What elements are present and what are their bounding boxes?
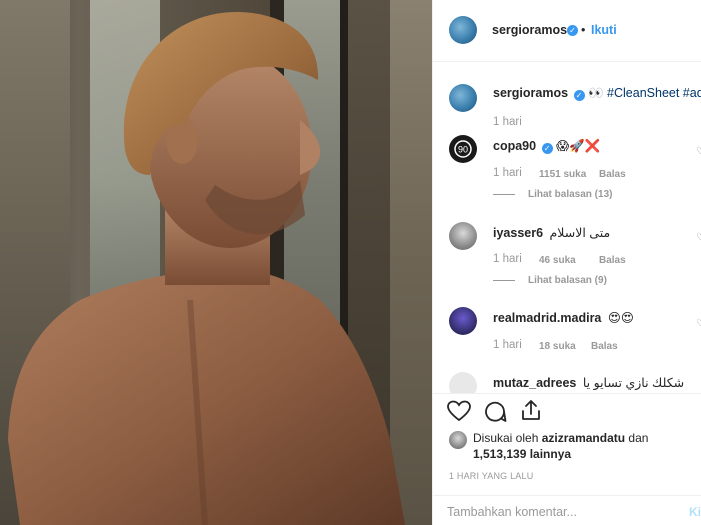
- comment-likes[interactable]: 46 suka: [539, 255, 576, 266]
- comment-icon[interactable]: [483, 400, 507, 424]
- post-header: sergioramos ✓ • Ikuti: [433, 0, 701, 62]
- header-username[interactable]: sergioramos: [492, 23, 567, 37]
- heart-icon[interactable]: [447, 400, 471, 422]
- comment-row: mutaz_adrees شكلك نازي تسايو يا: [493, 375, 684, 390]
- avatar[interactable]: 90: [449, 135, 477, 163]
- post-actions: Disukai oleh azizramandatu dan 1,513,139…: [433, 393, 701, 525]
- likes-count-row: 1,513,139 lainnya: [473, 446, 571, 462]
- comment-row: copa90 ✓ 😱🚀❌: [493, 138, 600, 154]
- reply-button[interactable]: Balas: [599, 255, 626, 266]
- reply-button[interactable]: Balas: [591, 341, 618, 352]
- comments-list[interactable]: sergioramos ✓ 👀 #CleanSheet #ad 1 hari 9…: [433, 63, 701, 393]
- heart-icon[interactable]: ♡: [696, 319, 701, 329]
- liker-avatar[interactable]: [449, 431, 467, 449]
- liked-by-and: dan: [628, 431, 649, 445]
- avatar[interactable]: [449, 222, 477, 250]
- post-details-panel: sergioramos ✓ • Ikuti sergioramos ✓ 👀 #C…: [432, 0, 701, 525]
- replies-divider: [493, 194, 515, 195]
- verified-badge-icon: ✓: [573, 90, 585, 101]
- avatar[interactable]: [449, 307, 477, 335]
- comment-row: iyasser6 متى الاسلام: [493, 225, 610, 240]
- separator-dot: •: [581, 23, 586, 37]
- comment-username[interactable]: mutaz_adrees: [493, 376, 576, 390]
- comment-form: Ki: [433, 495, 701, 525]
- caption-text[interactable]: 👀 #CleanSheet #ad: [588, 86, 701, 100]
- comment-username[interactable]: copa90: [493, 139, 536, 153]
- comment-likes[interactable]: 18 suka: [539, 341, 576, 352]
- avatar[interactable]: [449, 372, 477, 393]
- post-photo[interactable]: [0, 0, 432, 525]
- comment-text: متى الاسلام: [549, 226, 611, 240]
- comment-time[interactable]: 1 hari: [493, 167, 522, 179]
- liked-by-prefix: Disukai oleh: [473, 431, 539, 445]
- svg-text:90: 90: [458, 145, 468, 155]
- liker-username[interactable]: azizramandatu: [542, 431, 625, 445]
- caption: sergioramos ✓ 👀 #CleanSheet #ad: [493, 86, 701, 101]
- comment-likes[interactable]: 1151 suka: [539, 169, 586, 180]
- comment-time[interactable]: 1 hari: [493, 339, 522, 351]
- view-replies-button[interactable]: Lihat balasan (13): [528, 189, 612, 200]
- follow-button[interactable]: Ikuti: [591, 23, 617, 37]
- reply-button[interactable]: Balas: [599, 169, 626, 180]
- comment-row: realmadrid.madira 😍😍: [493, 310, 634, 325]
- share-icon[interactable]: [519, 398, 543, 422]
- comment-time[interactable]: 1 hari: [493, 253, 522, 265]
- comment-username[interactable]: realmadrid.madira: [493, 311, 601, 325]
- verified-badge-icon: ✓: [567, 25, 578, 36]
- heart-icon[interactable]: ♡: [696, 233, 701, 243]
- caption-username[interactable]: sergioramos: [493, 86, 568, 100]
- copa90-logo-icon: 90: [454, 140, 472, 158]
- comment-text: 😱🚀❌: [556, 139, 601, 153]
- avatar[interactable]: [449, 16, 477, 44]
- verified-badge-icon: ✓: [541, 143, 553, 154]
- likes-count[interactable]: 1,513,139 lainnya: [473, 447, 571, 461]
- comment-input[interactable]: [447, 504, 657, 520]
- comment-text: شكلك نازي تسايو يا: [582, 376, 685, 390]
- photo-subject: [8, 11, 405, 525]
- post-time[interactable]: 1 HARI YANG LALU: [449, 471, 533, 481]
- comment-text: 😍😍: [607, 311, 634, 325]
- liked-by: Disukai oleh azizramandatu dan: [473, 430, 648, 446]
- heart-icon[interactable]: ♡: [696, 147, 701, 157]
- view-replies-button[interactable]: Lihat balasan (9): [528, 275, 607, 286]
- post-comment-button[interactable]: Ki: [689, 505, 701, 519]
- avatar[interactable]: [449, 84, 477, 112]
- comment-username[interactable]: iyasser6: [493, 226, 543, 240]
- caption-time[interactable]: 1 hari: [493, 116, 522, 128]
- replies-divider: [493, 280, 515, 281]
